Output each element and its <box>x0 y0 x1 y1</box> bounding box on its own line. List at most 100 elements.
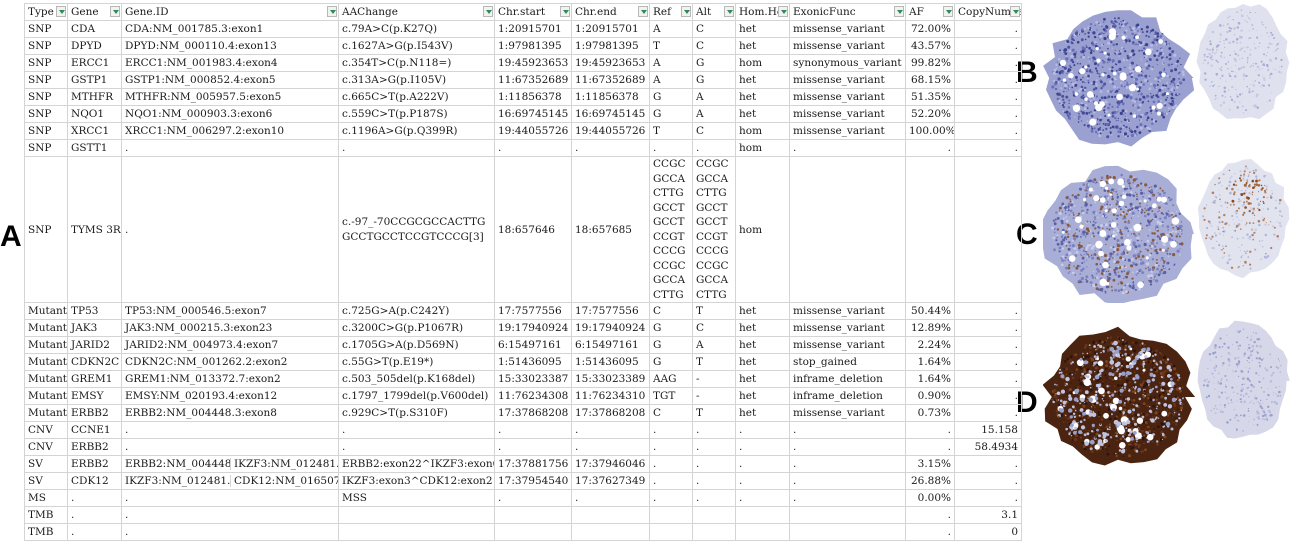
cell-chr-start[interactable]: 17:7577556 <box>494 302 572 320</box>
cell-ref[interactable]: A <box>649 54 693 72</box>
cell-aachange[interactable] <box>338 506 495 524</box>
cell-gene[interactable]: ERBB2 <box>67 438 122 456</box>
cell-hom-het[interactable]: hom <box>735 156 790 303</box>
cell-chr-end[interactable]: 1:51436095 <box>571 353 650 371</box>
cell-af[interactable]: . <box>905 438 955 456</box>
cell-hom-het[interactable]: . <box>735 472 790 490</box>
cell-chr-end[interactable] <box>571 523 650 541</box>
filter-dropdown-icon[interactable] <box>483 6 493 17</box>
cell-af[interactable]: 0.90% <box>905 387 955 405</box>
cell-gene-id[interactable]: DPYD:NM_000110.4:exon13 <box>121 37 339 55</box>
cell-gene[interactable]: CDA <box>67 20 122 38</box>
cell-ref[interactable]: A <box>649 20 693 38</box>
cell-gene-id[interactable]: . <box>121 421 339 439</box>
cell-gene-id[interactable]: TP53:NM_000546.5:exon7 <box>121 302 339 320</box>
cell-ref[interactable]: T <box>649 37 693 55</box>
cell-af[interactable]: 0.73% <box>905 404 955 422</box>
cell-ref[interactable]: G <box>649 336 693 354</box>
cell-type[interactable]: SNP <box>24 71 68 89</box>
cell-af[interactable] <box>905 156 955 303</box>
cell-gene[interactable]: TP53 <box>67 302 122 320</box>
cell-exonic-func[interactable] <box>789 506 906 524</box>
cell-aachange[interactable]: c.503_505del(p.K168del) <box>338 370 495 388</box>
cell-gene[interactable]: TYMS 3R <box>67 156 122 303</box>
cell-gene[interactable]: ERBB2 <box>67 404 122 422</box>
cell-chr-start[interactable]: 17:37954540 <box>494 472 572 490</box>
filter-dropdown-icon[interactable] <box>1010 6 1020 17</box>
cell-aachange[interactable]: . <box>338 421 495 439</box>
cell-copy-number[interactable]: . <box>954 370 1022 388</box>
cell-exonic-func[interactable]: missense_variant <box>789 20 906 38</box>
cell-exonic-func[interactable]: missense_variant <box>789 37 906 55</box>
cell-exonic-func[interactable]: inframe_deletion <box>789 370 906 388</box>
cell-alt[interactable]: . <box>692 472 736 490</box>
cell-alt[interactable]: . <box>692 455 736 473</box>
cell-gene[interactable]: CDKN2C <box>67 353 122 371</box>
cell-chr-start[interactable]: 6:15497161 <box>494 336 572 354</box>
cell-alt[interactable]: G <box>692 71 736 89</box>
cell-type[interactable]: SV <box>24 455 68 473</box>
cell-chr-start[interactable]: . <box>494 438 572 456</box>
cell-gene[interactable]: . <box>67 489 122 507</box>
cell-hom-het[interactable]: het <box>735 370 790 388</box>
filter-dropdown-icon[interactable] <box>894 6 904 17</box>
cell-aachange[interactable] <box>338 523 495 541</box>
cell-gene-id[interactable]: GREM1:NM_013372.7:exon2 <box>121 370 339 388</box>
cell-gene-id[interactable]: JARID2:NM_004973.4:exon7 <box>121 336 339 354</box>
cell-exonic-func[interactable]: stop_gained <box>789 353 906 371</box>
cell-type[interactable]: SNP <box>24 139 68 157</box>
cell-gene-id[interactable]: ERBB2:NM_004448.3IKZF3:NM_012481.5 <box>121 455 339 473</box>
cell-exonic-func[interactable]: . <box>789 455 906 473</box>
cell-type[interactable]: Mutant <box>24 353 68 371</box>
filter-dropdown-icon[interactable] <box>724 6 734 17</box>
cell-ref[interactable]: CCGCGCCACTTGGCCTGCCTCCGTCCCGCCGCGCCACTTG <box>649 156 693 303</box>
cell-gene-id[interactable]: . <box>121 523 339 541</box>
cell-gene[interactable]: MTHFR <box>67 88 122 106</box>
cell-hom-het[interactable]: het <box>735 404 790 422</box>
cell-ref[interactable]: . <box>649 489 693 507</box>
cell-hom-het[interactable]: het <box>735 71 790 89</box>
column-header[interactable]: ExonicFunc <box>789 3 906 21</box>
cell-ref[interactable] <box>649 523 693 541</box>
filter-dropdown-icon[interactable] <box>638 6 648 17</box>
cell-chr-end[interactable]: 1:20915701 <box>571 20 650 38</box>
cell-chr-end[interactable] <box>571 506 650 524</box>
cell-alt[interactable]: CCGCGCCACTTGGCCTGCCTCCGTCCCGCCGCGCCACTTG <box>692 156 736 303</box>
cell-chr-start[interactable]: 1:11856378 <box>494 88 572 106</box>
filter-dropdown-icon[interactable] <box>327 6 337 17</box>
cell-chr-start[interactable]: 1:97981395 <box>494 37 572 55</box>
cell-af[interactable]: 72.00% <box>905 20 955 38</box>
cell-chr-end[interactable]: 18:657685 <box>571 156 650 303</box>
cell-hom-het[interactable]: . <box>735 421 790 439</box>
filter-dropdown-icon[interactable] <box>110 6 120 17</box>
cell-alt[interactable]: G <box>692 54 736 72</box>
cell-chr-end[interactable]: 6:15497161 <box>571 336 650 354</box>
cell-chr-end[interactable]: 19:44055726 <box>571 122 650 140</box>
cell-gene-id[interactable]: . <box>121 139 339 157</box>
cell-type[interactable]: SNP <box>24 105 68 123</box>
column-header[interactable]: AF <box>905 3 955 21</box>
cell-gene[interactable]: XRCC1 <box>67 122 122 140</box>
cell-chr-end[interactable]: 19:45923653 <box>571 54 650 72</box>
cell-alt[interactable]: . <box>692 421 736 439</box>
cell-type[interactable]: Mutant <box>24 302 68 320</box>
cell-type[interactable]: CNV <box>24 438 68 456</box>
cell-gene-id[interactable]: GSTP1:NM_000852.4:exon5 <box>121 71 339 89</box>
cell-alt[interactable]: . <box>692 489 736 507</box>
cell-aachange[interactable]: . <box>338 139 495 157</box>
cell-hom-het[interactable] <box>735 523 790 541</box>
cell-aachange[interactable]: c.1627A>G(p.I543V) <box>338 37 495 55</box>
cell-af[interactable]: 1.64% <box>905 370 955 388</box>
cell-chr-end[interactable]: 11:67352689 <box>571 71 650 89</box>
cell-af[interactable]: 12.89% <box>905 319 955 337</box>
cell-copy-number[interactable]: 15.158 <box>954 421 1022 439</box>
cell-chr-end[interactable]: 19:17940924 <box>571 319 650 337</box>
cell-copy-number[interactable]: . <box>954 105 1022 123</box>
cell-copy-number[interactable]: . <box>954 20 1022 38</box>
cell-chr-end[interactable]: 17:37627349 <box>571 472 650 490</box>
cell-ref[interactable]: . <box>649 472 693 490</box>
cell-aachange[interactable]: MSS <box>338 489 495 507</box>
cell-chr-start[interactable]: 19:44055726 <box>494 122 572 140</box>
cell-ref[interactable]: . <box>649 455 693 473</box>
cell-copy-number[interactable]: . <box>954 302 1022 320</box>
